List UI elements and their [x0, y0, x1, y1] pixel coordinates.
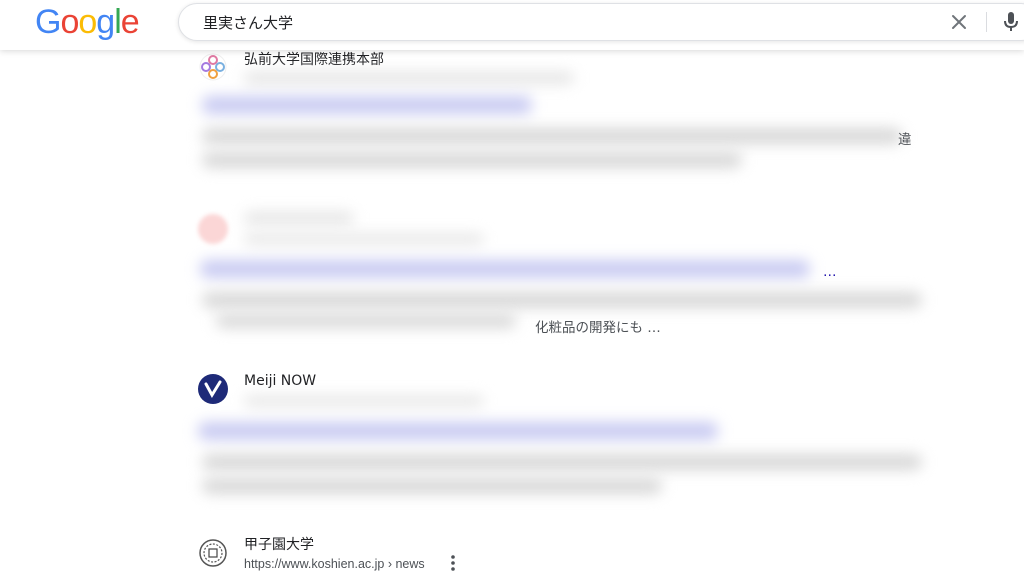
- top-bar: Google: [0, 0, 1024, 50]
- search-box: [178, 3, 1024, 42]
- blurred-snippet: [202, 152, 742, 168]
- blurred-site-name: [244, 212, 354, 224]
- logo-letter-o1: o: [60, 3, 79, 41]
- more-vert-icon[interactable]: [450, 554, 456, 577]
- blurred-url: [244, 396, 484, 406]
- red-logo-icon: [198, 214, 228, 244]
- flower-logo-icon: [198, 52, 228, 82]
- result-url[interactable]: https://www.koshien.ac.jp › news: [244, 557, 425, 571]
- title-ellipsis: …: [823, 264, 837, 280]
- search-divider: [986, 12, 987, 32]
- blurred-snippet: [202, 454, 922, 470]
- blurred-snippet: [202, 292, 922, 308]
- microphone-icon[interactable]: [1001, 10, 1021, 34]
- search-result[interactable]: … 化粧品の開発にも …: [198, 208, 938, 338]
- blurred-title[interactable]: [202, 96, 532, 114]
- blurred-url: [244, 234, 484, 244]
- logo-letter-g2: g: [96, 3, 115, 41]
- blurred-title[interactable]: [198, 422, 718, 440]
- logo-letter-e: e: [120, 3, 140, 41]
- snippet-fragment: 化粧品の開発にも …: [535, 320, 661, 336]
- search-result[interactable]: 弘前大学国際連携本部 違: [198, 48, 938, 188]
- blurred-snippet: [216, 314, 516, 328]
- meiji-v-logo-icon: [198, 374, 228, 404]
- close-icon[interactable]: [949, 12, 969, 32]
- result-site-name: 弘前大学国際連携本部: [244, 52, 384, 68]
- blurred-title[interactable]: [200, 260, 810, 278]
- blurred-snippet: [202, 478, 662, 494]
- blurred-url: [244, 72, 574, 84]
- blurred-snippet: [202, 128, 902, 144]
- logo-letter-o2: o: [78, 3, 97, 41]
- search-result[interactable]: 甲子園大学 https://www.koshien.ac.jp › news: [198, 532, 938, 576]
- snippet-fragment: 違: [898, 132, 912, 148]
- google-logo[interactable]: Google: [35, 3, 140, 42]
- search-result[interactable]: Meiji NOW: [198, 368, 938, 508]
- result-site-name: Meiji NOW: [244, 373, 317, 389]
- koshien-emblem-icon: [198, 538, 228, 568]
- logo-letter-g: G: [35, 3, 61, 41]
- search-input[interactable]: [201, 4, 905, 42]
- result-site-name: 甲子園大学: [244, 537, 314, 553]
